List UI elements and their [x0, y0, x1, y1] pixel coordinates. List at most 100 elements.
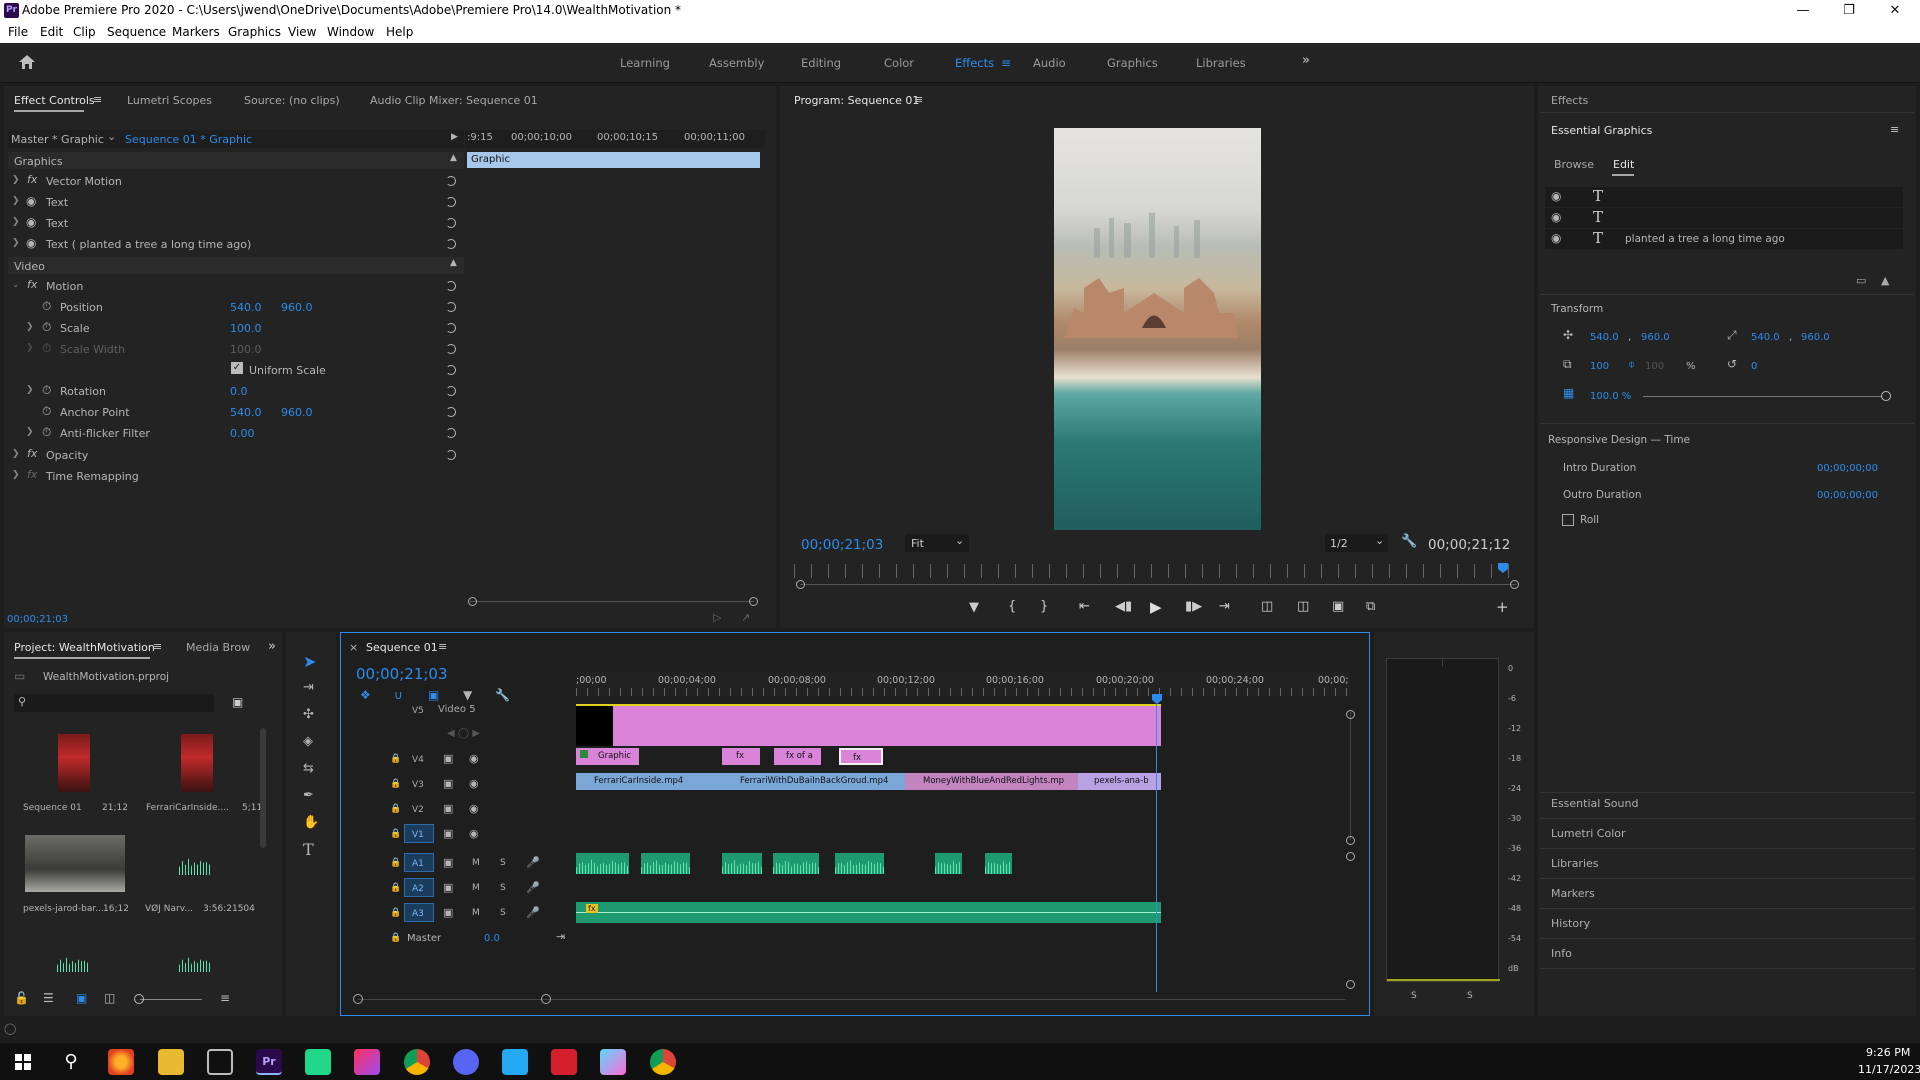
- stopwatch-icon[interactable]: ⏱: [42, 299, 51, 314]
- microphone-icon[interactable]: 🎤: [526, 906, 540, 919]
- maximize-button[interactable]: ❐: [1826, 0, 1872, 22]
- track-label-v4[interactable]: V4: [412, 755, 424, 765]
- eg-rotation[interactable]: 0: [1751, 361, 1757, 372]
- track-label-a2[interactable]: A2: [412, 884, 424, 894]
- taskbar-clock-date[interactable]: 11/17/2023: [1858, 1063, 1920, 1076]
- essential-graphics-title[interactable]: Essential Graphics: [1551, 124, 1652, 137]
- eye-icon[interactable]: ◉: [1551, 210, 1561, 224]
- opacity-slider-track[interactable]: [1643, 396, 1886, 397]
- list-view-icon[interactable]: ☰: [43, 991, 54, 1005]
- meter-solo-right[interactable]: S: [1467, 991, 1473, 1001]
- reset-icon[interactable]: [446, 218, 456, 228]
- sync-lock-icon[interactable]: ▣: [443, 777, 453, 790]
- timeline-timecode[interactable]: 00;00;21;03: [356, 665, 448, 683]
- project-thumbnail[interactable]: [25, 835, 125, 892]
- export-icon[interactable]: ↗: [741, 611, 750, 624]
- firefox-icon[interactable]: [108, 1049, 134, 1075]
- reset-icon[interactable]: [446, 302, 456, 312]
- sync-lock-icon[interactable]: ▣: [443, 881, 453, 894]
- lock-track-icon[interactable]: 🔒: [390, 754, 401, 764]
- reset-icon[interactable]: [446, 323, 456, 333]
- panel-essential-sound[interactable]: Essential Sound: [1551, 797, 1638, 810]
- timeline-audio-clip[interactable]: [641, 853, 690, 874]
- button-editor-plus-icon[interactable]: +: [1496, 598, 1509, 616]
- tab-effect-controls[interactable]: Effect Controls: [14, 94, 95, 107]
- timeline-clip-video[interactable]: MoneyWithBlueAndRedLights.mp: [905, 773, 1078, 790]
- program-monitor-title[interactable]: Program: Sequence 01: [794, 94, 919, 107]
- mute-icon[interactable]: M: [472, 883, 480, 893]
- reset-icon[interactable]: [446, 281, 456, 291]
- sync-lock-icon[interactable]: ▣: [443, 827, 453, 840]
- program-zoom-bar[interactable]: [800, 584, 1516, 585]
- project-scrollbar[interactable]: [260, 728, 266, 848]
- lock-track-icon[interactable]: 🔒: [390, 883, 401, 893]
- expand-arrow-icon[interactable]: ❯: [26, 427, 34, 437]
- timeline-clip-graphic-selected[interactable]: fx: [839, 748, 883, 765]
- new-group-folder-icon[interactable]: ▭: [1856, 274, 1866, 287]
- compare-view-icon[interactable]: ⧉: [1366, 599, 1375, 614]
- expand-arrow-icon[interactable]: ⌄: [12, 280, 20, 290]
- audio-waveform-icon[interactable]: [179, 851, 211, 875]
- tab-project[interactable]: Project: WealthMotivation: [14, 641, 155, 654]
- nest-icon[interactable]: ❖: [360, 688, 371, 702]
- mute-icon[interactable]: M: [472, 908, 480, 918]
- menu-window[interactable]: Window: [327, 25, 374, 39]
- program-time-ruler[interactable]: [794, 564, 1510, 578]
- timeline-clip-graphic[interactable]: Graphic: [576, 748, 639, 765]
- eg-position-y[interactable]: 960.0: [1641, 332, 1670, 343]
- taskbar-clock-time[interactable]: 9:26 PM: [1866, 1046, 1910, 1059]
- slip-tool-icon[interactable]: ⇆: [303, 761, 314, 776]
- mark-in-icon[interactable]: {: [1008, 599, 1016, 614]
- expand-arrow-icon[interactable]: ❯: [12, 238, 20, 248]
- tab-menu-icon[interactable]: ≡: [438, 640, 447, 653]
- ec-zoom-bar[interactable]: [470, 601, 754, 602]
- solo-icon[interactable]: S: [500, 858, 506, 868]
- track-label-v2[interactable]: V2: [412, 805, 424, 815]
- collapse-icon[interactable]: ▲: [450, 153, 457, 163]
- timeline-ruler[interactable]: ;00;00 00;00;04;00 00;00;08;00 00;00;12;…: [576, 672, 1350, 696]
- menu-edit[interactable]: Edit: [40, 25, 63, 39]
- menu-file[interactable]: File: [8, 25, 28, 39]
- eg-position-x[interactable]: 540.0: [1590, 332, 1619, 343]
- expand-arrow-icon[interactable]: ❯: [12, 449, 20, 459]
- expand-arrow-icon[interactable]: ❯: [12, 196, 20, 206]
- timeline-clip-graphic[interactable]: fx of a: [774, 748, 821, 765]
- project-search-input[interactable]: ⚲: [14, 694, 214, 712]
- panel-info[interactable]: Info: [1551, 947, 1572, 960]
- step-forward-icon[interactable]: ▮▶: [1185, 599, 1202, 614]
- prop-value-y[interactable]: 960.0: [281, 301, 313, 314]
- track-label-v5[interactable]: V5: [412, 706, 424, 716]
- home-icon[interactable]: [18, 54, 36, 70]
- solo-icon[interactable]: S: [500, 908, 506, 918]
- program-video-frame[interactable]: [1054, 128, 1261, 530]
- prop-value[interactable]: 0.00: [230, 427, 255, 440]
- sequence-clip-label[interactable]: Sequence 01 * Graphic: [125, 133, 252, 146]
- eg-anchor-x[interactable]: 540.0: [1751, 332, 1780, 343]
- track-label-v1[interactable]: V1: [412, 830, 424, 840]
- snap-magnet-icon[interactable]: ∪: [394, 688, 403, 702]
- eg-layer-row[interactable]: ◉ T planted a tree a long time ago: [1545, 229, 1903, 249]
- timeline-audio-clip[interactable]: [985, 853, 1012, 874]
- chrome-icon[interactable]: [404, 1049, 430, 1075]
- expand-arrow-icon[interactable]: ❯: [12, 217, 20, 227]
- timeline-audio-clip[interactable]: [935, 853, 962, 874]
- timeline-settings-wrench-icon[interactable]: 🔧: [495, 688, 510, 702]
- timeline-clip-video[interactable]: FerrariCarInside.mp4: [576, 773, 722, 790]
- master-volume-value[interactable]: 0.0: [484, 933, 500, 944]
- play-icon[interactable]: ▶: [1150, 598, 1162, 616]
- chrome-icon[interactable]: [650, 1049, 676, 1075]
- resolution-dropdown[interactable]: 1/2 ⌄: [1325, 534, 1388, 552]
- prop-value-x[interactable]: 540.0: [230, 301, 262, 314]
- eye-icon[interactable]: ◉: [1551, 231, 1561, 245]
- work-area-bar[interactable]: [576, 704, 1161, 706]
- tab-menu-icon[interactable]: ≡: [93, 93, 102, 106]
- ec-timecode[interactable]: 00;00;21;03: [7, 614, 68, 625]
- expand-arrow-icon[interactable]: ❯: [26, 322, 34, 332]
- timeline-audio-clip[interactable]: [773, 853, 819, 874]
- timeline-audio-clip[interactable]: [576, 853, 629, 874]
- menu-clip[interactable]: Clip: [73, 25, 96, 39]
- workspace-libraries[interactable]: Libraries: [1196, 56, 1246, 70]
- reset-icon[interactable]: [446, 386, 456, 396]
- eye-icon[interactable]: ◉: [1551, 189, 1561, 203]
- fx-icon[interactable]: fx: [27, 278, 37, 291]
